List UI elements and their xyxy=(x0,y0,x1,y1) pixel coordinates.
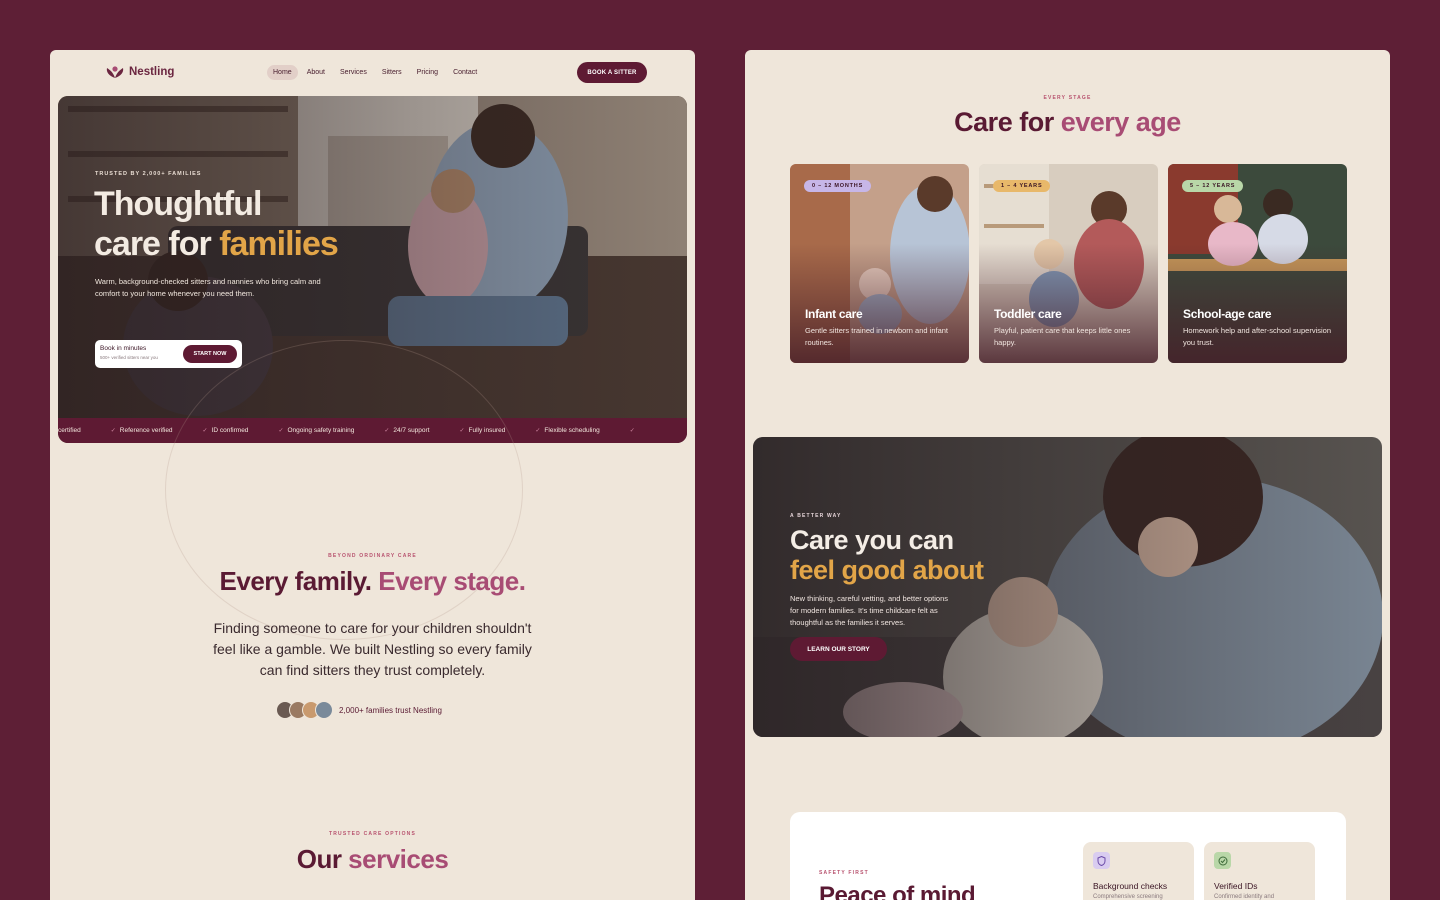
feature-description: Confirmed identity and xyxy=(1214,894,1275,900)
ticker-label: Flexible scheduling xyxy=(544,427,600,434)
better-title-line1: Care you can xyxy=(790,525,954,555)
check-icon: ✓ xyxy=(110,428,116,434)
about-title: Every family. Every stage. xyxy=(50,566,695,597)
hero-title-accent: families xyxy=(219,225,339,263)
nav-home[interactable]: Home xyxy=(267,65,298,80)
nav-contact[interactable]: Contact xyxy=(447,65,483,80)
landing-page-left: Nestling Home About Services Sitters Pri… xyxy=(50,50,695,900)
better-shade xyxy=(753,437,1382,737)
ticker-item: ✓ xyxy=(630,427,635,434)
hero-eyebrow: TRUSTED BY 2,000+ FAMILIES xyxy=(95,171,202,177)
hero-title-line1: Thoughtful xyxy=(94,185,262,223)
services-title-plain: Our xyxy=(296,844,349,874)
feature-description: Comprehensive screening xyxy=(1093,894,1163,900)
about-title-plain: Every family. xyxy=(219,566,379,596)
book-sitter-button[interactable]: BOOK A SITTER xyxy=(577,62,647,83)
booking-card-subtitle: 500+ verified sitters near you xyxy=(100,355,158,360)
shield-icon xyxy=(1093,852,1110,869)
card-description: Homework help and after-school supervisi… xyxy=(1183,326,1331,347)
booking-card-title: Book in minutes xyxy=(100,345,147,352)
feature-title: Background checks xyxy=(1093,881,1168,891)
ticker-item: ✓ Flexible scheduling xyxy=(535,427,599,434)
services-eyebrow: TRUSTED CARE OPTIONS xyxy=(328,831,417,837)
stages-title-plain: Care for xyxy=(954,107,1061,137)
check-circle-icon xyxy=(1214,852,1231,869)
ticker-label: certified xyxy=(58,427,81,434)
start-now-button[interactable]: START NOW xyxy=(183,345,237,363)
avatar-stack xyxy=(276,701,333,719)
card-description: Playful, patient care that keeps little … xyxy=(994,326,1131,347)
top-nav: Nestling Home About Services Sitters Pri… xyxy=(94,58,654,88)
age-badge: 0 – 12 MONTHS xyxy=(804,180,872,192)
nav-sitters[interactable]: Sitters xyxy=(376,65,408,80)
stages-title-accent: every age xyxy=(1060,107,1182,137)
avatar xyxy=(315,701,333,719)
nav-services[interactable]: Services xyxy=(334,65,373,80)
feature-title: Verified IDs xyxy=(1214,881,1258,891)
card-infant-care[interactable]: 0 – 12 MONTHS Infant care Gentle sitters… xyxy=(790,164,969,363)
stages-eyebrow: EVERY STAGE xyxy=(1043,95,1092,101)
feature-verified-ids: Verified IDs Confirmed identity and xyxy=(1204,842,1315,900)
age-cards: 0 – 12 MONTHS Infant care Gentle sitters… xyxy=(790,164,1347,363)
about-eyebrow: BEYOND ORDINARY CARE xyxy=(328,553,417,559)
trust-text: 2,000+ families trust Nestling xyxy=(339,705,442,715)
check-icon: ✓ xyxy=(535,428,541,434)
card-toddler-care[interactable]: 1 – 4 YEARS Toddler care Playful, patien… xyxy=(979,164,1158,363)
services-title: Our services xyxy=(50,844,695,875)
safety-eyebrow: SAFETY FIRST xyxy=(819,870,869,876)
brand-name: Nestling xyxy=(129,66,175,78)
card-title: School-age care xyxy=(1183,307,1272,321)
nav-links: Home About Services Sitters Pricing Cont… xyxy=(267,65,483,80)
check-icon: ✓ xyxy=(629,428,635,434)
hero-booking-card: Book in minutes 500+ verified sitters ne… xyxy=(95,340,242,368)
card-description: Gentle sitters trained in newborn and in… xyxy=(805,326,949,347)
about-body: Finding someone to care for your childre… xyxy=(213,620,532,678)
ticker-item: certified xyxy=(58,427,81,434)
age-badge: 5 – 12 YEARS xyxy=(1182,180,1244,192)
hero-title: Thoughtful care for families xyxy=(94,184,394,264)
better-title-accent: feel good about xyxy=(790,555,984,585)
better-way-section: A BETTER WAY Care you can feel good abou… xyxy=(753,437,1382,737)
card-school-age-care[interactable]: 5 – 12 YEARS School-age care Homework he… xyxy=(1168,164,1347,363)
hero-title-line2: care for xyxy=(94,225,220,263)
logo[interactable]: Nestling xyxy=(105,64,174,80)
ticker-item: ✓ Reference verified xyxy=(111,427,173,434)
feature-background-checks: Background checks Comprehensive screenin… xyxy=(1083,842,1194,900)
services-title-accent: services xyxy=(348,844,449,874)
hero-subtitle: Warm, background-checked sitters and nan… xyxy=(95,277,321,298)
stages-title: Care for every age xyxy=(745,107,1390,138)
better-eyebrow: A BETTER WAY xyxy=(790,513,842,519)
safety-section: SAFETY FIRST Peace of mind Background ch… xyxy=(790,812,1346,900)
better-title: Care you can feel good about xyxy=(790,525,984,585)
card-title: Infant care xyxy=(805,307,863,321)
landing-page-right: EVERY STAGE Care for every age 0 – 12 MO… xyxy=(745,50,1390,900)
card-title: Toddler care xyxy=(994,307,1062,321)
age-badge: 1 – 4 YEARS xyxy=(993,180,1051,192)
safety-title: Peace of mind xyxy=(819,882,976,900)
nav-about[interactable]: About xyxy=(301,65,331,80)
better-body: New thinking, careful vetting, and bette… xyxy=(790,594,949,627)
nav-pricing[interactable]: Pricing xyxy=(411,65,444,80)
ticker-label: Reference verified xyxy=(119,427,173,434)
logo-icon xyxy=(106,66,124,78)
about-title-accent: Every stage. xyxy=(378,566,526,596)
learn-our-story-button[interactable]: LEARN OUR STORY xyxy=(790,637,887,661)
trust-row: 2,000+ families trust Nestling xyxy=(276,701,442,719)
